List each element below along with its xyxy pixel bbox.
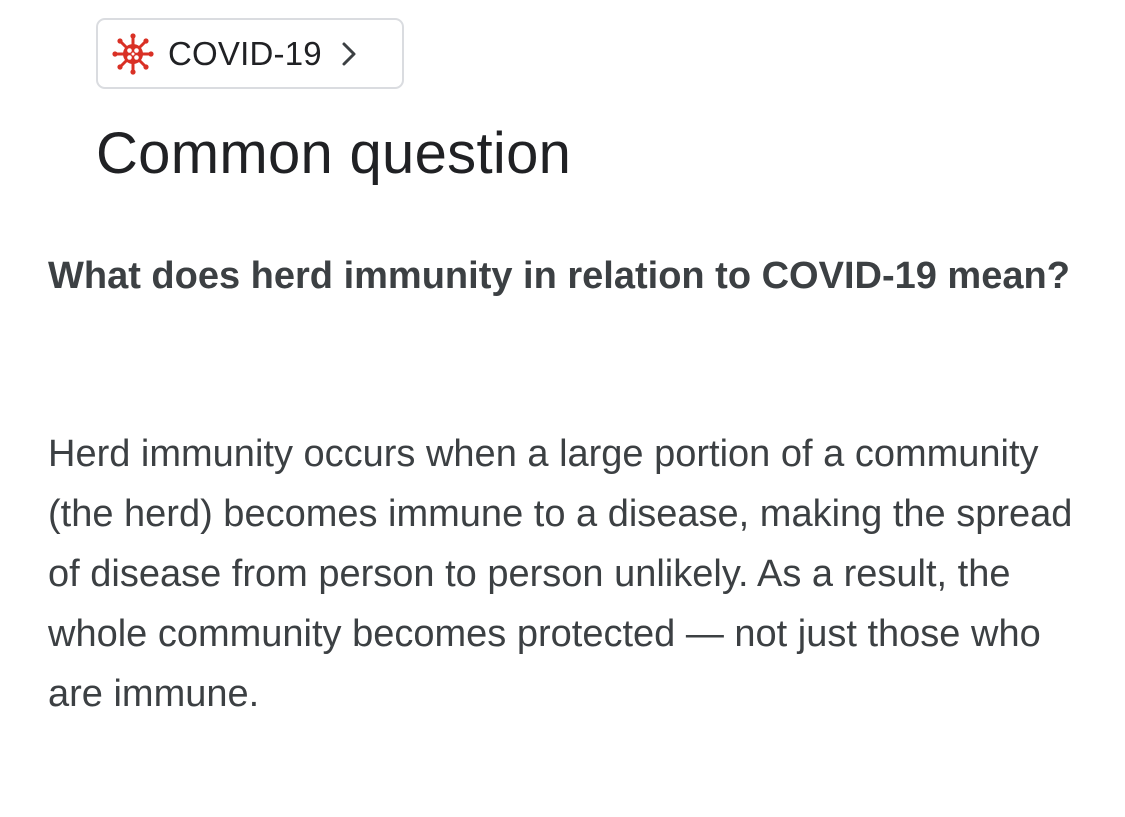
answer-text: Herd immunity occurs when a large portio… xyxy=(48,433,1073,715)
chip-label: COVID-19 xyxy=(168,34,322,72)
question-heading: What does herd immunity in relation to C… xyxy=(48,255,1070,297)
page-title: Common question xyxy=(96,121,572,186)
covid-19-topic-chip[interactable]: COVID-19 xyxy=(96,18,404,89)
virus-icon xyxy=(112,32,154,75)
chevron-right-icon xyxy=(338,39,360,69)
